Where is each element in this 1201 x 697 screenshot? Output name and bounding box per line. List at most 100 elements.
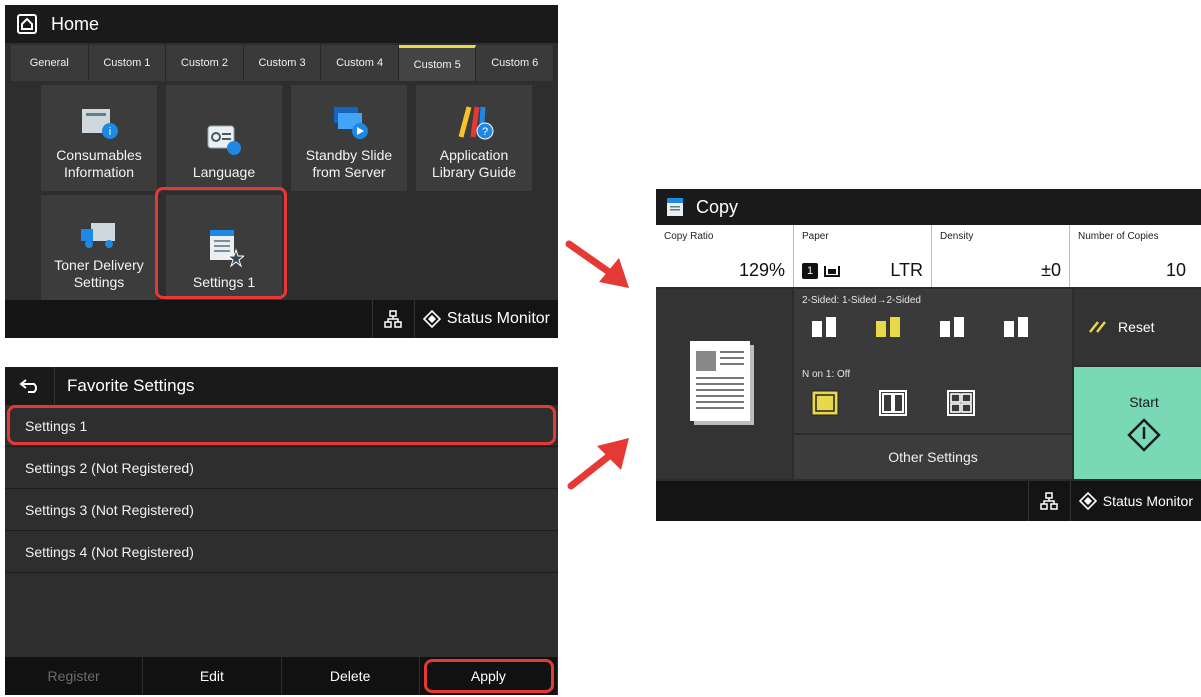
two-sided-label: 2-Sided: 1-Sided→2-Sided bbox=[802, 295, 921, 306]
slideshow-icon bbox=[334, 107, 368, 139]
tile-label: Toner Delivery bbox=[54, 257, 144, 273]
copy-screen: Copy Copy Ratio 129% Paper 1 LTR Density… bbox=[656, 189, 1201, 521]
tile-language[interactable]: Language bbox=[166, 85, 282, 191]
start-button[interactable]: Start bbox=[1074, 367, 1201, 479]
density-label: Density bbox=[940, 231, 974, 242]
svg-text:?: ? bbox=[482, 126, 488, 138]
copy-document-icon bbox=[667, 198, 683, 216]
tab-custom-2[interactable]: Custom 2 bbox=[166, 45, 244, 81]
document-preview-icon bbox=[690, 341, 754, 425]
status-monitor-label: Status Monitor bbox=[446, 310, 550, 327]
language-icon bbox=[207, 125, 241, 155]
tile-application-library-guide[interactable]: ? Application Library Guide bbox=[416, 85, 532, 191]
status-monitor-button[interactable]: Status Monitor bbox=[413, 300, 558, 338]
copy-bottom-bar: Status Monitor bbox=[656, 481, 1201, 521]
copy-preview[interactable] bbox=[656, 289, 792, 479]
reset-button[interactable]: Reset bbox=[1074, 289, 1201, 365]
books-help-icon: ? bbox=[458, 106, 494, 140]
status-monitor-icon bbox=[1078, 492, 1097, 510]
printer-info-icon: i bbox=[82, 109, 118, 139]
density-value: ±0 bbox=[1041, 260, 1061, 280]
start-diamond-icon bbox=[1127, 418, 1161, 452]
status-monitor-button[interactable]: Status Monitor bbox=[1069, 481, 1201, 521]
status-monitor-icon bbox=[422, 310, 441, 328]
list-item-settings-4[interactable]: Settings 4 (Not Registered) bbox=[5, 531, 558, 573]
tile-consumables-information[interactable]: i Consumables Information bbox=[41, 85, 157, 191]
tab-custom-3[interactable]: Custom 3 bbox=[244, 45, 322, 81]
tile-label: from Server bbox=[312, 164, 386, 180]
arrow-up-right-icon bbox=[567, 438, 629, 490]
delivery-truck-icon bbox=[81, 223, 115, 248]
tile-label: Language bbox=[192, 164, 256, 180]
tile-label: Application bbox=[439, 147, 509, 163]
other-settings-button[interactable]: Other Settings bbox=[794, 435, 1072, 479]
tile-label: Information bbox=[63, 164, 135, 180]
number-of-copies-button[interactable]: Number of Copies 10 bbox=[1070, 225, 1201, 287]
tab-custom-1[interactable]: Custom 1 bbox=[89, 45, 167, 81]
tab-general[interactable]: General bbox=[11, 45, 89, 81]
tile-label: Settings bbox=[73, 274, 125, 290]
two-sided-options bbox=[810, 315, 1032, 341]
highlight-apply-button bbox=[424, 659, 554, 693]
tab-custom-6[interactable]: Custom 6 bbox=[476, 45, 555, 81]
tab-custom-5[interactable]: Custom 5 bbox=[398, 45, 477, 81]
svg-text:i: i bbox=[109, 126, 111, 138]
tab-custom-4[interactable]: Custom 4 bbox=[321, 45, 399, 81]
tile-label: Standby Slide bbox=[305, 147, 393, 163]
favorite-settings-screen: Favorite Settings Settings 1 Settings 2 … bbox=[5, 367, 558, 695]
register-button[interactable]: Register bbox=[5, 657, 144, 695]
arrow-down-right-icon bbox=[565, 240, 629, 288]
paper-tray-indicator: 1 bbox=[802, 263, 840, 279]
highlight-settings-1-tile bbox=[155, 187, 287, 299]
copy-ratio-label: Copy Ratio bbox=[664, 231, 714, 242]
home-tab-bar: General Custom 1 Custom 2 Custom 3 Custo… bbox=[11, 45, 555, 81]
home-titlebar: Home bbox=[5, 5, 558, 43]
network-icon[interactable] bbox=[1027, 481, 1070, 521]
density-button[interactable]: Density ±0 bbox=[932, 225, 1070, 287]
n-on-1-label: N on 1: Off bbox=[802, 369, 851, 380]
status-monitor-label: Status Monitor bbox=[1102, 493, 1193, 509]
home-title: Home bbox=[51, 13, 100, 34]
n-on-1-off-icon[interactable] bbox=[810, 389, 840, 417]
number-of-copies-value: 10 bbox=[1165, 260, 1186, 280]
copy-options-panel: 2-Sided: 1-Sided→2-Sided N on 1: Off bbox=[794, 289, 1072, 433]
reset-label: Reset bbox=[1118, 319, 1155, 335]
one-to-two-sided-icon[interactable] bbox=[874, 315, 904, 341]
highlight-settings-1-row bbox=[7, 405, 556, 445]
two-to-two-sided-icon[interactable] bbox=[938, 315, 968, 341]
n-on-1-options bbox=[810, 389, 976, 417]
delete-button[interactable]: Delete bbox=[282, 657, 420, 695]
one-to-one-sided-icon[interactable] bbox=[810, 315, 840, 341]
home-screen: Home General Custom 1 Custom 2 Custom 3 … bbox=[5, 5, 558, 338]
list-item-settings-2[interactable]: Settings 2 (Not Registered) bbox=[5, 447, 558, 489]
home-bottom-bar: Status Monitor bbox=[5, 300, 558, 338]
two-on-one-icon[interactable] bbox=[878, 389, 908, 417]
tray-number-badge: 1 bbox=[802, 263, 818, 279]
back-arrow-icon bbox=[18, 379, 37, 393]
copy-ratio-button[interactable]: Copy Ratio 129% bbox=[656, 225, 794, 287]
page-title: Copy bbox=[696, 196, 739, 217]
start-label: Start bbox=[1129, 394, 1159, 410]
tile-label: Consumables bbox=[56, 147, 142, 163]
home-icon[interactable] bbox=[17, 14, 37, 34]
tile-standby-slide[interactable]: Standby Slide from Server bbox=[291, 85, 407, 191]
paper-label: Paper bbox=[802, 231, 829, 242]
network-icon[interactable] bbox=[371, 300, 414, 338]
copy-ratio-value: 129% bbox=[738, 260, 785, 280]
back-button[interactable] bbox=[5, 367, 55, 405]
reset-icon bbox=[1089, 321, 1106, 333]
paper-button[interactable]: Paper 1 LTR bbox=[794, 225, 932, 287]
favorite-settings-titlebar: Favorite Settings bbox=[5, 367, 558, 405]
paper-tray-icon bbox=[824, 266, 840, 277]
two-to-one-sided-icon[interactable] bbox=[1002, 315, 1032, 341]
page-title: Favorite Settings bbox=[67, 376, 195, 395]
paper-size-value: LTR bbox=[890, 260, 923, 280]
number-of-copies-label: Number of Copies bbox=[1078, 231, 1159, 242]
copy-parameter-bar: Copy Ratio 129% Paper 1 LTR Density ±0 N… bbox=[656, 225, 1201, 287]
tile-label: Library Guide bbox=[431, 164, 517, 180]
four-on-one-icon[interactable] bbox=[946, 389, 976, 417]
tile-toner-delivery-settings[interactable]: Toner Delivery Settings bbox=[41, 195, 157, 301]
edit-button[interactable]: Edit bbox=[143, 657, 282, 695]
list-item-settings-3[interactable]: Settings 3 (Not Registered) bbox=[5, 489, 558, 531]
copy-titlebar: Copy bbox=[656, 189, 1201, 225]
